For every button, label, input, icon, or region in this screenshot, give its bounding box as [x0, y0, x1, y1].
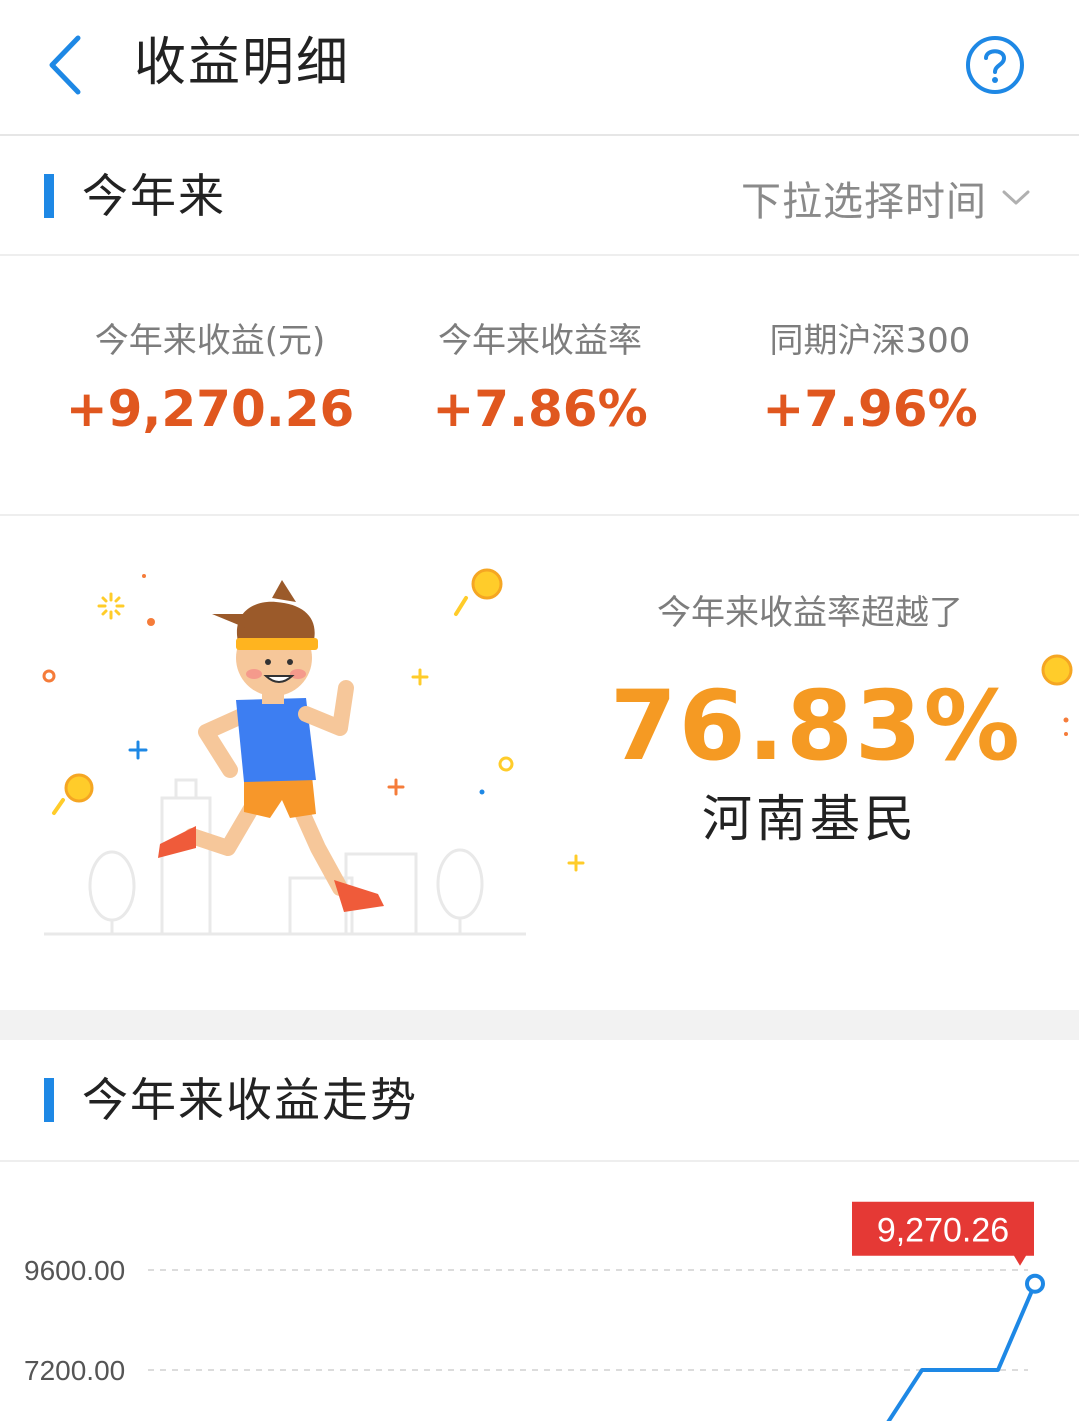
section-divider — [0, 1010, 1079, 1040]
running-man-illustration — [42, 568, 585, 936]
earnings-trend-chart[interactable]: 9600.00 7200.00 9,270.26 — [0, 1162, 1079, 1421]
period-section-header: 今年来 下拉选择时间 — [0, 138, 1079, 256]
ranking-banner: 今年来收益率超越了 76.83% 河南基民 — [0, 518, 1079, 1010]
stat-value: +7.86% — [432, 380, 648, 438]
section-accent-bar — [44, 1078, 54, 1122]
page-title: 收益明细 — [134, 33, 351, 93]
period-dropdown[interactable]: 下拉选择时间 — [741, 168, 1031, 228]
coin-icon — [1041, 654, 1073, 736]
stat-value: +9,270.26 — [65, 380, 355, 438]
value-callout-label: 9,270.26 — [877, 1212, 1009, 1250]
section-accent-bar — [44, 174, 54, 218]
y-tick-label: 7200.00 — [24, 1355, 125, 1386]
stat-label: 今年来收益率 — [438, 321, 642, 361]
trend-section-header: 今年来收益走势 — [0, 1040, 1079, 1162]
question-circle-icon[interactable] — [964, 34, 1026, 96]
y-tick-label: 9600.00 — [24, 1255, 125, 1286]
stat-csi300: 同期沪深300 +7.96% — [720, 316, 1020, 444]
ranking-caption: 今年来收益率超越了 — [657, 593, 963, 633]
chevron-down-icon — [1002, 190, 1030, 205]
stat-ytd-return-rate: 今年来收益率 +7.86% — [390, 316, 690, 444]
ranking-region: 河南基民 — [702, 790, 918, 848]
stat-value: +7.96% — [762, 380, 978, 438]
chevron-left-icon[interactable] — [38, 30, 98, 100]
app-header: 收益明细 — [0, 0, 1079, 136]
ranking-text: 今年来收益率超越了 76.83% 河南基民 — [610, 588, 1022, 854]
series-line — [886, 1282, 1037, 1421]
period-dropdown-label: 下拉选择时间 — [741, 179, 987, 225]
stat-label: 同期沪深300 — [769, 321, 971, 361]
summary-stats: 今年来收益(元) +9,270.26 今年来收益率 +7.86% 同期沪深300… — [0, 256, 1079, 516]
trend-title: 今年来收益走势 — [82, 1073, 418, 1127]
period-title: 今年来 — [82, 169, 226, 223]
stat-ytd-earnings: 今年来收益(元) +9,270.26 — [60, 316, 360, 444]
stat-label: 今年来收益(元) — [94, 321, 326, 361]
ranking-percent: 76.83% — [610, 670, 1022, 782]
last-point-marker — [1025, 1273, 1045, 1294]
